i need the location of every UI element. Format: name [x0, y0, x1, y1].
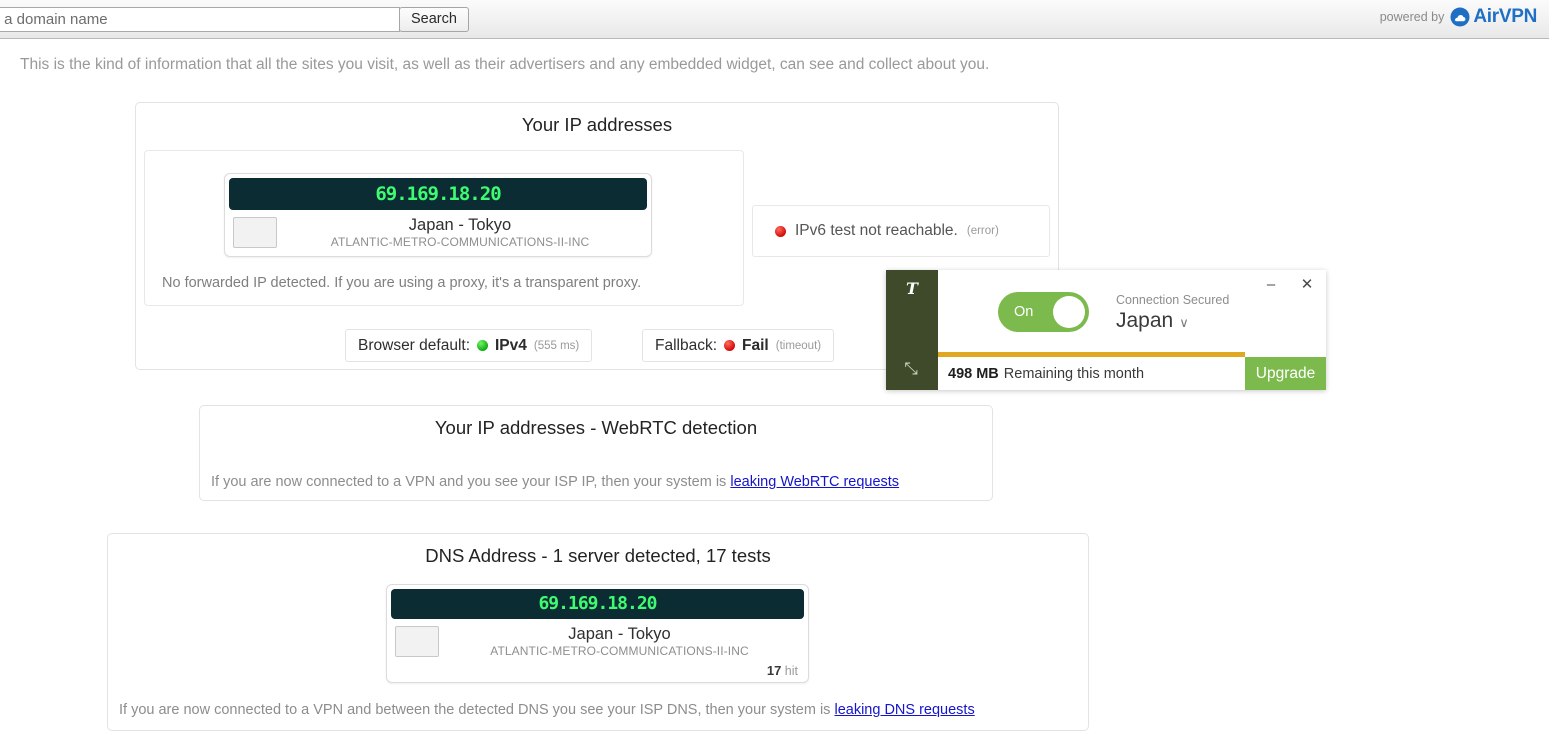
vpn-widget-sidebar: T ⤡ [886, 270, 938, 390]
fallback-value: Fail [742, 336, 769, 354]
browser-default-label: Browser default: [358, 336, 470, 354]
vpn-widget: T ⤡ – ✕ On Connection Secured Japan ∨ 49… [886, 270, 1326, 390]
window-controls: – ✕ [1262, 276, 1316, 294]
search-input[interactable] [0, 7, 400, 32]
vpn-power-toggle[interactable]: On [998, 292, 1089, 332]
vpn-connection-info: Connection Secured Japan ∨ [1116, 292, 1229, 336]
webrtc-detection-panel: Your IP addresses - WebRTC detection If … [199, 405, 993, 501]
toggle-knob [1053, 296, 1085, 328]
vpn-widget-footer: 498 MB Remaining this month Upgrade [938, 357, 1326, 390]
dns-leak-link[interactable]: leaking DNS requests [834, 702, 974, 718]
dns-message: If you are now connected to a VPN and be… [119, 702, 831, 718]
dns-panel-title: DNS Address - 1 server detected, 17 test… [425, 545, 771, 566]
dns-hit-count: 17 hit [391, 661, 804, 678]
status-dot-green-icon [477, 340, 488, 351]
data-amount: 498 MB [948, 365, 999, 382]
vpn-toggle-label: On [1014, 304, 1034, 320]
dns-location: Japan - Tokyo [568, 625, 671, 643]
ip-isp: ATLANTIC-METRO-COMMUNICATIONS-II-INC [330, 235, 590, 249]
top-header-bar: Search powered by AirVPN [0, 0, 1549, 39]
status-dot-red-icon [724, 340, 736, 351]
status-dot-red-icon [775, 225, 786, 237]
dns-leak-line: If you are now connected to a VPN and be… [119, 702, 975, 718]
powered-by-brand: powered by AirVPN [1379, 6, 1538, 28]
cloud-icon [1450, 7, 1470, 27]
data-remaining: 498 MB Remaining this month [938, 357, 1245, 390]
minimize-button[interactable]: – [1262, 276, 1280, 294]
upgrade-button[interactable]: Upgrade [1245, 357, 1326, 390]
vpn-country-name: Japan [1116, 309, 1174, 332]
ip-panel-title: Your IP addresses [521, 114, 673, 135]
data-text: Remaining this month [1003, 365, 1145, 382]
dns-isp: ATLANTIC-METRO-COMMUNICATIONS-II-INC [490, 644, 749, 658]
dns-address-panel: DNS Address - 1 server detected, 17 test… [107, 533, 1089, 731]
vpn-country-selector[interactable]: Japan ∨ [1116, 308, 1229, 336]
fallback-label: Fallback: [655, 336, 718, 354]
browser-default-status: Browser default: IPv4 (555 ms) [345, 329, 593, 362]
ip-location: Japan - Tokyo [408, 216, 512, 234]
ip-address-card[interactable]: 69.169.18.20 Japan - Tokyo ATLANTIC-METR… [224, 173, 652, 257]
webrtc-leak-link[interactable]: leaking WebRTC requests [730, 474, 899, 490]
ipv6-status-box: IPv6 test not reachable. (error) [752, 205, 1050, 257]
airvpn-logo[interactable]: AirVPN [1450, 6, 1537, 28]
forwarded-ip-note: No forwarded IP detected. If you are usi… [162, 275, 642, 291]
dns-hit-label: hit [784, 664, 798, 678]
dns-address-card[interactable]: 69.169.18.20 Japan - Tokyo ATLANTIC-METR… [386, 584, 809, 683]
fallback-detail: (timeout) [775, 339, 822, 352]
chevron-down-icon: ∨ [1179, 315, 1189, 330]
brand-name: AirVPN [1473, 6, 1537, 27]
resize-icon[interactable]: ⤡ [900, 358, 922, 380]
vpn-connection-status: Connection Secured [1116, 293, 1230, 307]
ipv6-status-detail: (error) [966, 225, 999, 237]
webrtc-message: If you are now connected to a VPN and yo… [211, 474, 727, 490]
dns-hit-number: 17 [766, 663, 782, 678]
webrtc-panel-title: Your IP addresses - WebRTC detection [434, 417, 758, 438]
ip-details-box: 69.169.18.20 Japan - Tokyo ATLANTIC-METR… [144, 150, 744, 306]
browser-default-value: IPv4 [495, 336, 527, 354]
ip-address-value: 69.169.18.20 [229, 178, 647, 210]
powered-by-label: powered by [1379, 10, 1445, 24]
japan-flag-icon [395, 626, 439, 657]
japan-flag-icon [233, 217, 277, 248]
tunnelbear-logo-icon: T [906, 279, 918, 298]
fallback-status: Fallback: Fail (timeout) [642, 329, 835, 362]
dns-ip-value: 69.169.18.20 [391, 589, 804, 619]
webrtc-leak-line: If you are now connected to a VPN and yo… [211, 474, 899, 490]
search-button[interactable]: Search [399, 7, 469, 32]
intro-text: This is the kind of information that all… [20, 56, 990, 73]
browser-default-detail: (555 ms) [533, 339, 580, 352]
close-button[interactable]: ✕ [1298, 276, 1316, 294]
ipv6-status-text: IPv6 test not reachable. [795, 222, 958, 239]
vpn-widget-body: – ✕ On Connection Secured Japan ∨ 498 MB… [938, 270, 1326, 390]
